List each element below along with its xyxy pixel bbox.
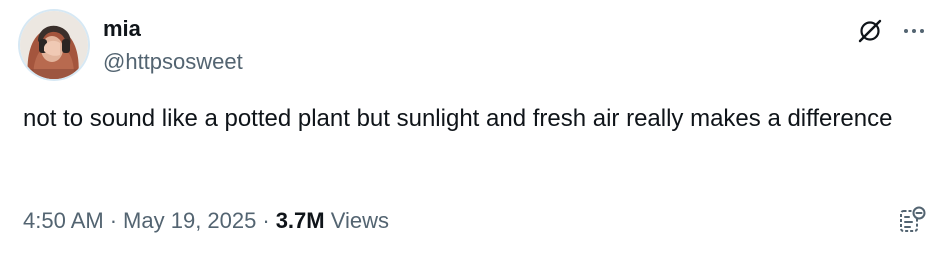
views-label: Views [330,208,390,233]
tweet-meta: 4:50 AM · May 19, 2025 · 3.7M Views [23,206,389,236]
more-icon[interactable] [902,20,926,42]
tweet-time[interactable]: 4:50 AM [23,206,104,236]
views-count: 3.7M [275,208,325,233]
analytics-icon[interactable] [898,205,928,235]
author-handle[interactable]: @httpsosweet [103,48,243,76]
author-display-name[interactable]: mia [103,15,141,43]
meta-separator: · [262,208,270,233]
avatar-image [20,11,88,79]
tweet-text: not to sound like a potted plant but sun… [23,105,893,132]
tweet-date[interactable]: May 19, 2025 [123,206,256,236]
grok-icon[interactable] [857,18,883,44]
avatar[interactable] [20,11,88,79]
meta-separator: · [109,208,118,233]
